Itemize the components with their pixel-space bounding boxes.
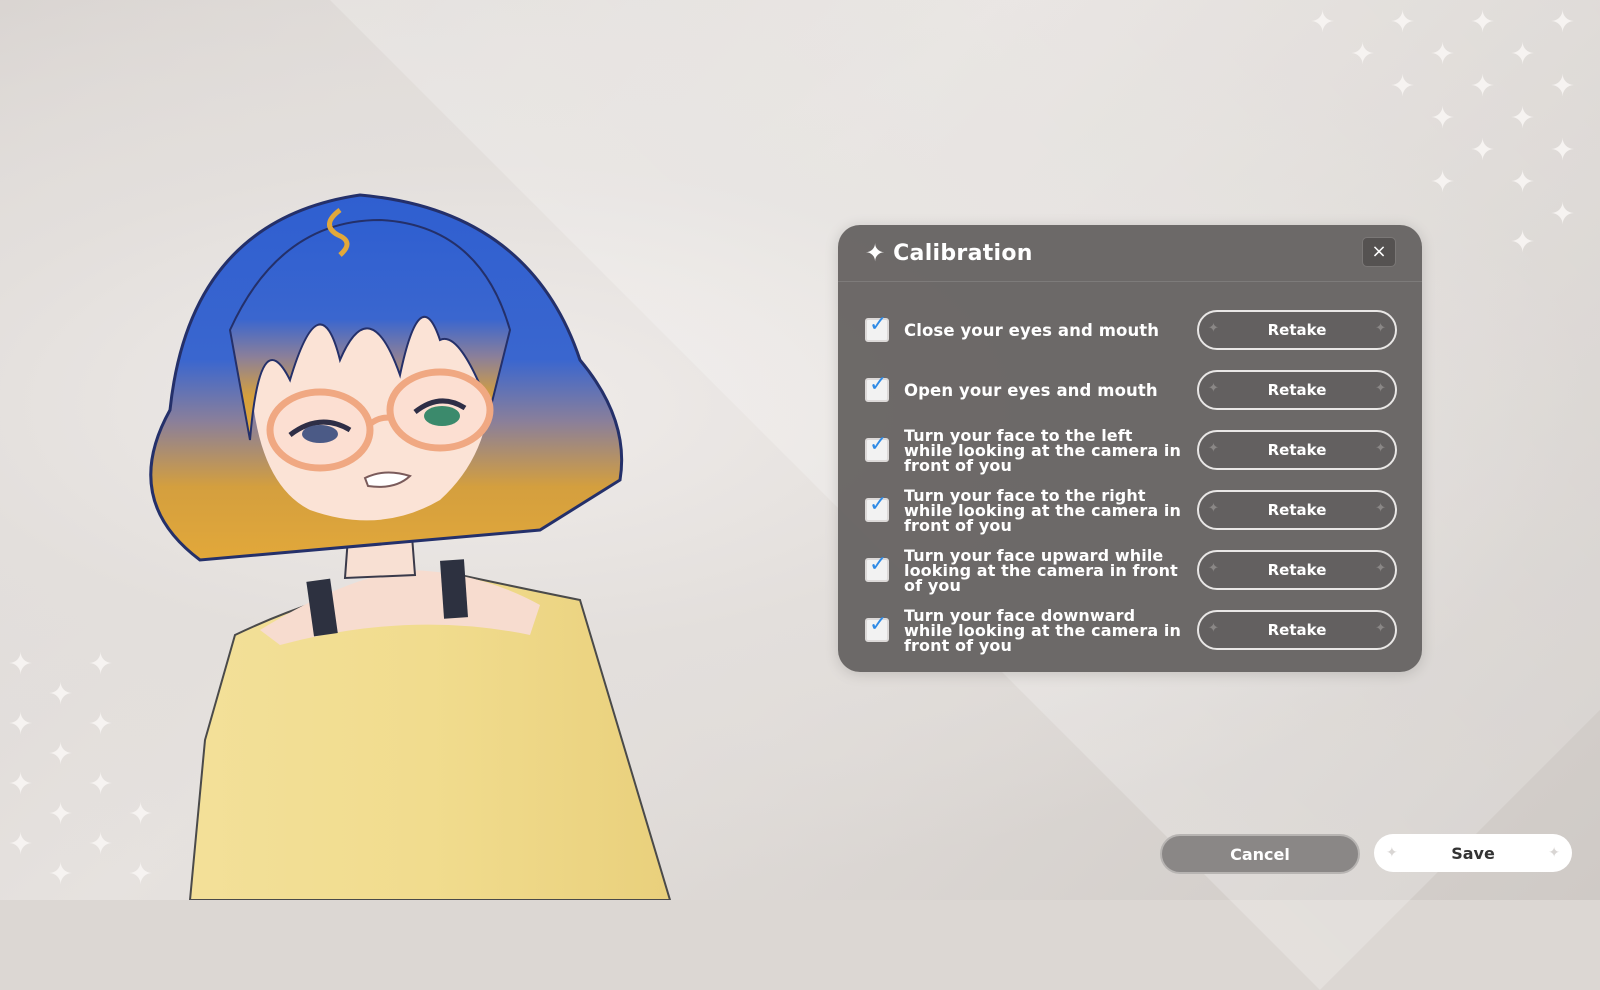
avatar-preview: [110, 180, 710, 900]
panel-header: ✦ Calibration: [838, 225, 1422, 282]
sparkle-icon: ✦: [1375, 441, 1386, 456]
calibration-item-turn-right: ✓ Turn your face to the right while look…: [865, 480, 1397, 540]
retake-button[interactable]: ✦ Retake ✦: [1197, 430, 1397, 470]
sparkle-icon: ✦: [1208, 441, 1219, 456]
calibration-checkbox[interactable]: ✓: [865, 492, 889, 522]
calibration-list: ✓ Close your eyes and mouth ✦ Retake ✦ ✓ O…: [865, 300, 1397, 660]
sparkle-icon: ✦: [1375, 381, 1386, 396]
cancel-button[interactable]: Cancel: [1160, 834, 1360, 874]
checkmark-icon: ✓: [869, 492, 888, 517]
calibration-item-label: Turn your face upward while looking at t…: [904, 545, 1178, 595]
close-icon: ×: [1371, 241, 1387, 262]
calibration-item-turn-downward: ✓ Turn your face downward while looking …: [865, 600, 1397, 660]
close-button[interactable]: ×: [1362, 237, 1396, 267]
retake-button[interactable]: ✦ Retake ✦: [1197, 610, 1397, 650]
sparkle-icon: ✦: [1375, 561, 1386, 576]
cancel-button-label: Cancel: [1230, 844, 1290, 864]
retake-button-label: Retake: [1267, 561, 1327, 579]
retake-button[interactable]: ✦ Retake ✦: [1197, 310, 1397, 350]
calibration-item-turn-upward: ✓ Turn your face upward while looking at…: [865, 540, 1397, 600]
calibration-checkbox[interactable]: ✓: [865, 612, 889, 642]
sparkle-icon: ✦: [1208, 561, 1219, 576]
save-button-label: Save: [1451, 843, 1495, 863]
retake-button-label: Retake: [1267, 441, 1327, 459]
calibration-item-label: Close your eyes and mouth: [904, 320, 1160, 340]
calibration-item-label: Turn your face to the left while looking…: [904, 425, 1181, 475]
sparkle-icon: ✦: [1375, 501, 1386, 516]
panel-title: Calibration: [893, 240, 1033, 266]
calibration-checkbox[interactable]: ✓: [865, 372, 889, 402]
retake-button[interactable]: ✦ Retake ✦: [1197, 550, 1397, 590]
save-button[interactable]: ✦ Save ✦: [1374, 834, 1572, 872]
sparkle-icon: ✦: [1208, 321, 1219, 336]
calibration-item-label: Open your eyes and mouth: [904, 380, 1158, 400]
checkmark-icon: ✓: [869, 432, 888, 457]
sparkle-icon: ✦: [1208, 501, 1219, 516]
calibration-item-label: Turn your face downward while looking at…: [904, 605, 1181, 655]
retake-button-label: Retake: [1267, 501, 1327, 519]
sparkle-pattern-top-right: ✦ ✦ ✦ ✦ ✦ ✦ ✦ ✦ ✦ ✦ ✦ ✦ ✦ ✦ ✦ ✦ ✦ ✦: [1310, 5, 1576, 260]
sparkle-icon: ✦: [1386, 845, 1398, 861]
retake-button-label: Retake: [1267, 621, 1327, 639]
calibration-item-turn-left: ✓ Turn your face to the left while looki…: [865, 420, 1397, 480]
retake-button[interactable]: ✦ Retake ✦: [1197, 370, 1397, 410]
retake-button-label: Retake: [1267, 381, 1327, 399]
calibration-item-label: Turn your face to the right while lookin…: [904, 485, 1181, 535]
calibration-panel: ✦ Calibration × ✓ Close your eyes and mo…: [838, 225, 1422, 672]
sparkle-icon: ✦: [1375, 321, 1386, 336]
retake-button[interactable]: ✦ Retake ✦: [1197, 490, 1397, 530]
avatar-illustration: [149, 193, 672, 900]
checkmark-icon: ✓: [869, 312, 888, 337]
checkmark-icon: ✓: [869, 372, 888, 397]
checkmark-icon: ✓: [869, 552, 888, 577]
sparkle-icon: ✦: [1548, 845, 1560, 861]
retake-button-label: Retake: [1267, 321, 1327, 339]
calibration-item-open-eyes: ✓ Open your eyes and mouth ✦ Retake ✦: [865, 360, 1397, 420]
checkmark-icon: ✓: [869, 612, 888, 637]
sparkle-icon: ✦: [1375, 621, 1386, 636]
sparkle-icon: ✦: [1208, 381, 1219, 396]
sparkle-icon: ✦: [865, 239, 886, 267]
calibration-checkbox[interactable]: ✓: [865, 432, 889, 462]
sparkle-icon: ✦: [1208, 621, 1219, 636]
calibration-checkbox[interactable]: ✓: [865, 312, 889, 342]
calibration-item-close-eyes: ✓ Close your eyes and mouth ✦ Retake ✦: [865, 300, 1397, 360]
calibration-checkbox[interactable]: ✓: [865, 552, 889, 582]
